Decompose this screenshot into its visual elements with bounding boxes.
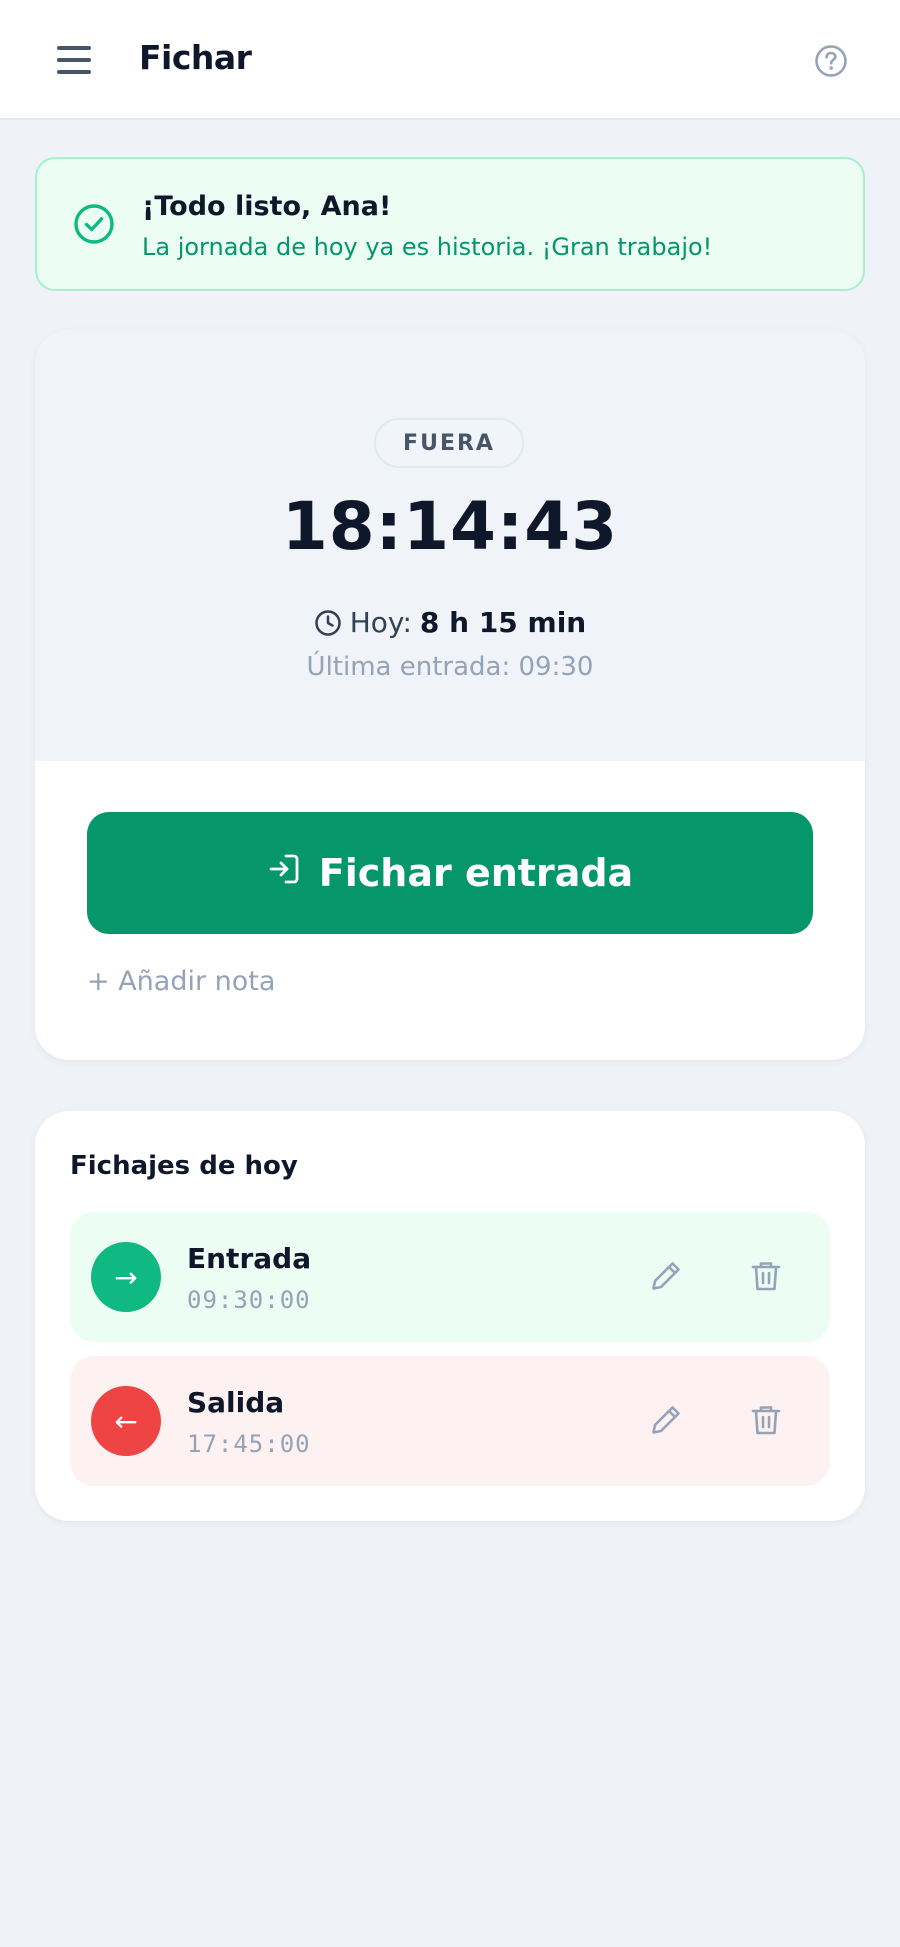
today-summary: Hoy: 8 h 15 min	[35, 606, 865, 639]
record-type: Salida	[187, 1386, 285, 1419]
help-icon[interactable]	[814, 44, 848, 78]
pencil-icon[interactable]	[648, 1402, 684, 1438]
arrow-left-icon: ←	[91, 1386, 161, 1456]
login-icon	[267, 851, 301, 895]
clock-card: FUERA 18:14:43 Hoy: 8 h 15 min Última en…	[35, 330, 865, 1060]
record-salida: ← Salida 17:45:00	[70, 1356, 830, 1486]
last-entry-text: Última entrada: 09:30	[306, 652, 594, 682]
record-type: Entrada	[187, 1242, 312, 1275]
status-badge: FUERA	[374, 418, 524, 468]
clock-panel: FUERA 18:14:43 Hoy: 8 h 15 min Última en…	[35, 330, 865, 761]
clock-in-button[interactable]: Fichar entrada	[87, 812, 813, 934]
records-title: Fichajes de hoy	[70, 1151, 298, 1181]
success-banner: ¡Todo listo, Ana! La jornada de hoy ya e…	[35, 157, 865, 291]
trash-icon[interactable]	[748, 1402, 784, 1438]
banner-title: ¡Todo listo, Ana!	[142, 191, 392, 222]
records-card: Fichajes de hoy → Entrada 09:30:00 ← Sal…	[35, 1111, 865, 1521]
clock-icon	[314, 609, 342, 637]
menu-icon[interactable]	[50, 40, 98, 80]
trash-icon[interactable]	[748, 1258, 784, 1294]
arrow-right-icon: →	[91, 1242, 161, 1312]
current-time: 18:14:43	[281, 488, 619, 565]
record-time: 09:30:00	[187, 1286, 311, 1314]
record-entrada: → Entrada 09:30:00	[70, 1212, 830, 1342]
check-circle-icon	[73, 203, 115, 245]
today-label: Hoy:	[349, 606, 412, 639]
clock-in-label: Fichar entrada	[318, 851, 634, 895]
today-worked-value: 8 h 15 min	[419, 606, 587, 639]
pencil-icon[interactable]	[648, 1258, 684, 1294]
add-note-link[interactable]: + Añadir nota	[87, 966, 275, 997]
record-time: 17:45:00	[187, 1430, 311, 1458]
top-bar: Fichar	[0, 0, 900, 120]
banner-message: La jornada de hoy ya es historia. ¡Gran …	[142, 233, 713, 261]
page-title: Fichar	[139, 38, 252, 77]
